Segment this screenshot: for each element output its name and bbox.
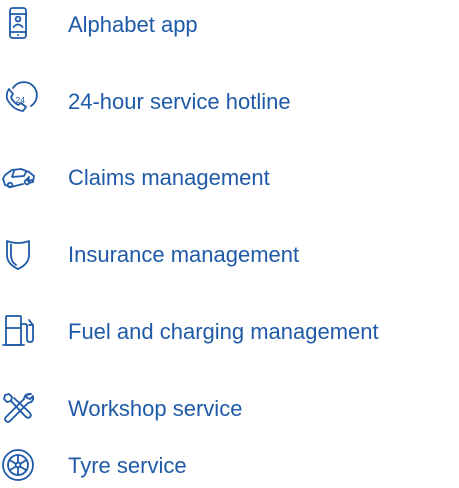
svg-text:24: 24 <box>16 95 26 105</box>
service-item-service-hotline: 24 24-hour service hotline <box>0 81 459 121</box>
smartphone-icon <box>0 6 36 42</box>
service-list: Alphabet app 24 24-hour service hotline … <box>0 0 459 488</box>
service-item-insurance-management: Insurance management <box>0 234 459 274</box>
damaged-car-icon <box>0 159 36 195</box>
service-label: Alphabet app <box>68 12 198 37</box>
tyre-icon <box>0 447 36 483</box>
tools-icon <box>0 390 36 426</box>
service-label: Insurance management <box>68 242 300 267</box>
service-item-alphabet-app: Alphabet app <box>0 4 459 44</box>
service-item-claims-management: Claims management <box>0 157 459 197</box>
service-item-tyre-service: Tyre service <box>0 445 459 485</box>
service-label: Workshop service <box>68 396 243 421</box>
shield-icon <box>0 236 36 272</box>
phone-24-icon: 24 <box>0 81 38 119</box>
fuel-pump-icon <box>0 313 36 349</box>
service-item-fuel-and-charging: Fuel and charging management <box>0 311 459 351</box>
service-label: 24-hour service hotline <box>68 89 291 114</box>
service-label: Tyre service <box>68 453 187 478</box>
service-item-workshop-service: Workshop service <box>0 388 459 428</box>
service-label: Claims management <box>68 165 270 190</box>
service-label: Fuel and charging management <box>68 319 379 344</box>
